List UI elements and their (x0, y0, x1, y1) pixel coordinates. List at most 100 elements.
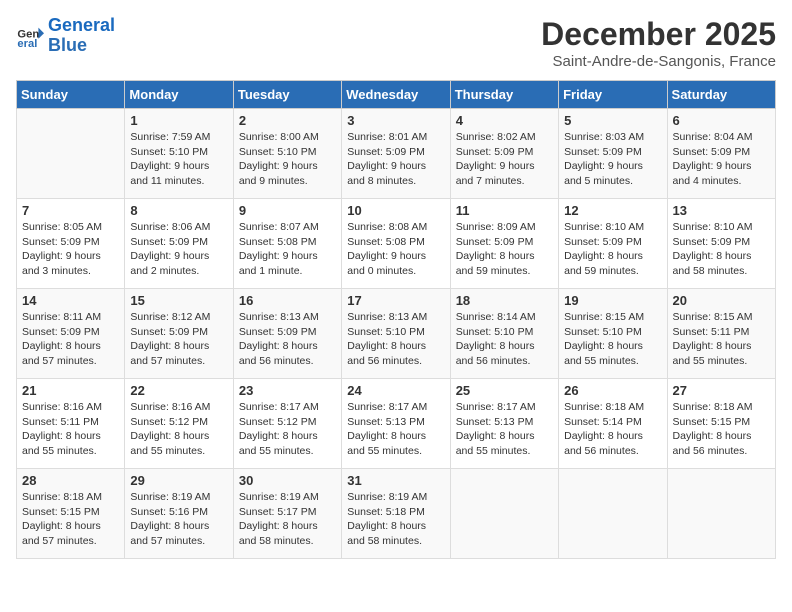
day-number: 4 (456, 113, 553, 128)
day-number: 31 (347, 473, 444, 488)
week-row-5: 28Sunrise: 8:18 AMSunset: 5:15 PMDayligh… (17, 469, 776, 559)
day-info: Sunrise: 8:17 AMSunset: 5:12 PMDaylight:… (239, 400, 336, 459)
logo-icon: Gen eral (16, 22, 44, 50)
calendar-cell (559, 469, 667, 559)
week-row-3: 14 Sunrise: 8:11 AMSunset: 5:09 PMDayligh… (17, 289, 776, 379)
calendar-cell: 9 Sunrise: 8:07 AMSunset: 5:08 PMDaylight… (233, 199, 341, 289)
day-info: Sunrise: 8:03 AMSunset: 5:09 PMDaylight:… (564, 130, 661, 189)
calendar-cell: 14 Sunrise: 8:11 AMSunset: 5:09 PMDayligh… (17, 289, 125, 379)
day-number: 9 (239, 203, 336, 218)
day-number: 29 (130, 473, 227, 488)
calendar-cell: 16Sunrise: 8:13 AMSunset: 5:09 PMDayligh… (233, 289, 341, 379)
calendar-cell: 7 Sunrise: 8:05 AMSunset: 5:09 PMDaylight… (17, 199, 125, 289)
day-number: 28 (22, 473, 119, 488)
calendar-cell: 12 Sunrise: 8:10 AMSunset: 5:09 PMDayligh… (559, 199, 667, 289)
calendar-cell: 30 Sunrise: 8:19 AMSunset: 5:17 PMDayligh… (233, 469, 341, 559)
calendar-subtitle: Saint-Andre-de-Sangonis, France (541, 53, 776, 70)
day-number: 22 (130, 383, 227, 398)
day-number: 15 (130, 293, 227, 308)
calendar-cell: 11 Sunrise: 8:09 AMSunset: 5:09 PMDayligh… (450, 199, 558, 289)
day-number: 26 (564, 383, 661, 398)
day-number: 24 (347, 383, 444, 398)
day-number: 10 (347, 203, 444, 218)
calendar-cell: 22 Sunrise: 8:16 AMSunset: 5:12 PMDayligh… (125, 379, 233, 469)
day-number: 18 (456, 293, 553, 308)
day-number: 12 (564, 203, 661, 218)
calendar-cell: 23 Sunrise: 8:17 AMSunset: 5:12 PMDayligh… (233, 379, 341, 469)
day-number: 23 (239, 383, 336, 398)
logo: Gen eral GeneralBlue (16, 16, 115, 56)
week-row-4: 21Sunrise: 8:16 AMSunset: 5:11 PMDayligh… (17, 379, 776, 469)
day-info: Sunrise: 7:59 AMSunset: 5:10 PMDaylight:… (130, 130, 227, 189)
day-info: Sunrise: 8:06 AMSunset: 5:09 PMDaylight:… (130, 220, 227, 279)
day-info: Sunrise: 8:18 AMSunset: 5:14 PMDaylight:… (564, 400, 661, 459)
day-number: 8 (130, 203, 227, 218)
day-number: 17 (347, 293, 444, 308)
day-number: 7 (22, 203, 119, 218)
day-info: Sunrise: 8:14 AMSunset: 5:10 PMDaylight:… (456, 310, 553, 369)
day-number: 2 (239, 113, 336, 128)
day-info: Sunrise: 8:00 AMSunset: 5:10 PMDaylight:… (239, 130, 336, 189)
day-number: 19 (564, 293, 661, 308)
day-info: Sunrise: 8:08 AMSunset: 5:08 PMDaylight:… (347, 220, 444, 279)
day-info: Sunrise: 8:04 AMSunset: 5:09 PMDaylight:… (673, 130, 770, 189)
calendar-table: SundayMondayTuesdayWednesdayThursdayFrid… (16, 80, 776, 559)
calendar-cell (667, 469, 775, 559)
header-day-saturday: Saturday (667, 81, 775, 109)
calendar-cell: 25 Sunrise: 8:17 AMSunset: 5:13 PMDayligh… (450, 379, 558, 469)
day-info: Sunrise: 8:12 AMSunset: 5:09 PMDaylight:… (130, 310, 227, 369)
calendar-cell (450, 469, 558, 559)
calendar-cell: 1Sunrise: 7:59 AMSunset: 5:10 PMDaylight… (125, 109, 233, 199)
day-info: Sunrise: 8:02 AMSunset: 5:09 PMDaylight:… (456, 130, 553, 189)
calendar-title: December 2025 (541, 16, 776, 53)
day-info: Sunrise: 8:15 AMSunset: 5:11 PMDaylight:… (673, 310, 770, 369)
page-header: Gen eral GeneralBlue December 2025 Saint… (16, 16, 776, 70)
day-info: Sunrise: 8:18 AMSunset: 5:15 PMDaylight:… (673, 400, 770, 459)
header-day-tuesday: Tuesday (233, 81, 341, 109)
calendar-cell: 17 Sunrise: 8:13 AMSunset: 5:10 PMDayligh… (342, 289, 450, 379)
day-info: Sunrise: 8:10 AMSunset: 5:09 PMDaylight:… (564, 220, 661, 279)
day-number: 11 (456, 203, 553, 218)
day-info: Sunrise: 8:19 AMSunset: 5:18 PMDaylight:… (347, 490, 444, 549)
calendar-cell: 8 Sunrise: 8:06 AMSunset: 5:09 PMDaylight… (125, 199, 233, 289)
week-row-2: 7 Sunrise: 8:05 AMSunset: 5:09 PMDaylight… (17, 199, 776, 289)
day-info: Sunrise: 8:17 AMSunset: 5:13 PMDaylight:… (347, 400, 444, 459)
calendar-cell: 24 Sunrise: 8:17 AMSunset: 5:13 PMDayligh… (342, 379, 450, 469)
calendar-cell: 31 Sunrise: 8:19 AMSunset: 5:18 PMDayligh… (342, 469, 450, 559)
logo-text: GeneralBlue (48, 16, 115, 56)
day-info: Sunrise: 8:11 AMSunset: 5:09 PMDaylight:… (22, 310, 119, 369)
day-info: Sunrise: 8:13 AMSunset: 5:09 PMDaylight:… (239, 310, 336, 369)
day-info: Sunrise: 8:19 AMSunset: 5:17 PMDaylight:… (239, 490, 336, 549)
calendar-cell (17, 109, 125, 199)
day-info: Sunrise: 8:19 AMSunset: 5:16 PMDaylight:… (130, 490, 227, 549)
day-info: Sunrise: 8:10 AMSunset: 5:09 PMDaylight:… (673, 220, 770, 279)
day-number: 6 (673, 113, 770, 128)
day-number: 3 (347, 113, 444, 128)
day-info: Sunrise: 8:17 AMSunset: 5:13 PMDaylight:… (456, 400, 553, 459)
calendar-cell: 28Sunrise: 8:18 AMSunset: 5:15 PMDayligh… (17, 469, 125, 559)
calendar-cell: 19Sunrise: 8:15 AMSunset: 5:10 PMDayligh… (559, 289, 667, 379)
week-row-1: 1Sunrise: 7:59 AMSunset: 5:10 PMDaylight… (17, 109, 776, 199)
day-info: Sunrise: 8:07 AMSunset: 5:08 PMDaylight:… (239, 220, 336, 279)
calendar-cell: 18 Sunrise: 8:14 AMSunset: 5:10 PMDayligh… (450, 289, 558, 379)
day-info: Sunrise: 8:09 AMSunset: 5:09 PMDaylight:… (456, 220, 553, 279)
header-day-wednesday: Wednesday (342, 81, 450, 109)
day-number: 20 (673, 293, 770, 308)
header-row: SundayMondayTuesdayWednesdayThursdayFrid… (17, 81, 776, 109)
day-number: 27 (673, 383, 770, 398)
day-info: Sunrise: 8:05 AMSunset: 5:09 PMDaylight:… (22, 220, 119, 279)
day-number: 25 (456, 383, 553, 398)
day-number: 14 (22, 293, 119, 308)
calendar-cell: 20 Sunrise: 8:15 AMSunset: 5:11 PMDayligh… (667, 289, 775, 379)
calendar-cell: 21Sunrise: 8:16 AMSunset: 5:11 PMDayligh… (17, 379, 125, 469)
header-day-thursday: Thursday (450, 81, 558, 109)
calendar-cell: 6 Sunrise: 8:04 AMSunset: 5:09 PMDaylight… (667, 109, 775, 199)
day-info: Sunrise: 8:13 AMSunset: 5:10 PMDaylight:… (347, 310, 444, 369)
header-day-friday: Friday (559, 81, 667, 109)
svg-text:eral: eral (17, 38, 37, 50)
calendar-cell: 26 Sunrise: 8:18 AMSunset: 5:14 PMDayligh… (559, 379, 667, 469)
title-block: December 2025 Saint-Andre-de-Sangonis, F… (541, 16, 776, 70)
day-info: Sunrise: 8:16 AMSunset: 5:12 PMDaylight:… (130, 400, 227, 459)
day-info: Sunrise: 8:16 AMSunset: 5:11 PMDaylight:… (22, 400, 119, 459)
day-number: 30 (239, 473, 336, 488)
